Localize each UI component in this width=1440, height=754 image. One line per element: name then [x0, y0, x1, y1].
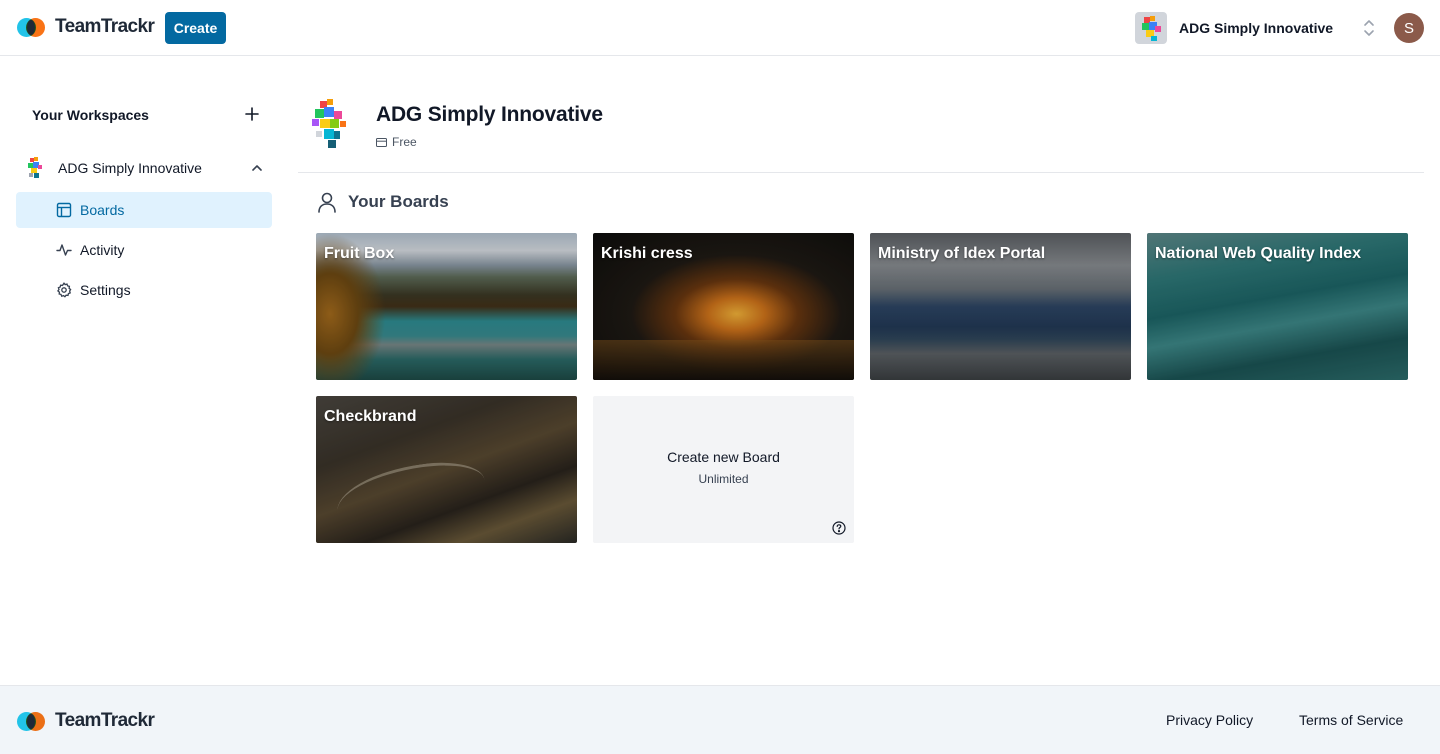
workspace-switcher[interactable]: ADG Simply Innovative	[1135, 11, 1333, 45]
gear-icon	[56, 282, 72, 298]
boards-heading-text: Your Boards	[348, 192, 449, 211]
chevron-up-down-icon[interactable]	[1362, 17, 1376, 39]
sidebar-item-label: Boards	[80, 202, 125, 218]
board-card[interactable]: National Web Quality Index	[1147, 233, 1408, 380]
brand-name: TeamTrackr	[55, 16, 155, 37]
brand-mark-icon	[17, 16, 47, 38]
brand-logo[interactable]: TeamTrackr	[17, 16, 155, 38]
create-new-board-label: Create new Board	[667, 449, 780, 465]
add-workspace-icon[interactable]	[244, 106, 260, 122]
activity-icon	[56, 244, 72, 256]
chevron-up-icon[interactable]	[250, 161, 264, 175]
create-new-board-card[interactable]: Create new Board Unlimited	[593, 396, 854, 543]
board-title: Ministry of Idex Portal	[878, 245, 1046, 262]
sidebar-workspace-name: ADG Simply Innovative	[58, 160, 202, 176]
board-title: Fruit Box	[324, 245, 395, 262]
board-title: National Web Quality Index	[1155, 245, 1361, 262]
plan-label: Free	[392, 135, 417, 149]
workspace-switcher-name: ADG Simply Innovative	[1179, 20, 1334, 36]
sidebar-item-boards[interactable]: Boards	[16, 192, 272, 228]
brand-mark-icon	[17, 710, 47, 732]
workspace-logo-icon	[1135, 12, 1167, 44]
workspace-logo-icon	[24, 156, 48, 180]
board-card[interactable]: Fruit Box	[316, 233, 577, 380]
board-title: Checkbrand	[324, 408, 417, 425]
footer-brand-name: TeamTrackr	[55, 710, 155, 731]
user-icon	[318, 192, 336, 213]
board-card[interactable]: Krishi cress	[593, 233, 854, 380]
terms-of-service-link[interactable]: Terms of Service	[1299, 712, 1403, 728]
sidebar-item-label: Activity	[80, 242, 125, 258]
organization-logo	[306, 97, 358, 155]
create-button[interactable]: Create	[165, 12, 226, 44]
sidebar-workspace-toggle[interactable]: ADG Simply Innovative	[24, 154, 272, 182]
footer-brand-logo[interactable]: TeamTrackr	[17, 710, 155, 732]
organization-title: ADG Simply Innovative	[376, 103, 603, 126]
organization-plan: Free	[376, 135, 417, 149]
credit-card-icon	[376, 137, 387, 147]
board-icon	[56, 202, 72, 218]
help-icon[interactable]	[832, 521, 846, 535]
footer: TeamTrackr Privacy Policy Terms of Servi…	[0, 685, 1440, 754]
board-card[interactable]: Checkbrand	[316, 396, 577, 543]
sidebar-title: Your Workspaces	[32, 107, 149, 123]
top-header: TeamTrackr Create ADG Simply Innovative …	[0, 0, 1440, 56]
section-divider	[298, 172, 1424, 173]
boards-heading: Your Boards	[316, 191, 449, 213]
board-card[interactable]: Ministry of Idex Portal	[870, 233, 1131, 380]
sidebar-item-label: Settings	[80, 282, 131, 298]
sidebar-item-settings[interactable]: Settings	[16, 272, 272, 308]
sidebar-item-activity[interactable]: Activity	[16, 232, 272, 268]
board-title: Krishi cress	[601, 245, 693, 262]
board-limit-label: Unlimited	[698, 472, 749, 486]
user-avatar[interactable]: S	[1394, 13, 1424, 43]
privacy-policy-link[interactable]: Privacy Policy	[1166, 712, 1253, 728]
